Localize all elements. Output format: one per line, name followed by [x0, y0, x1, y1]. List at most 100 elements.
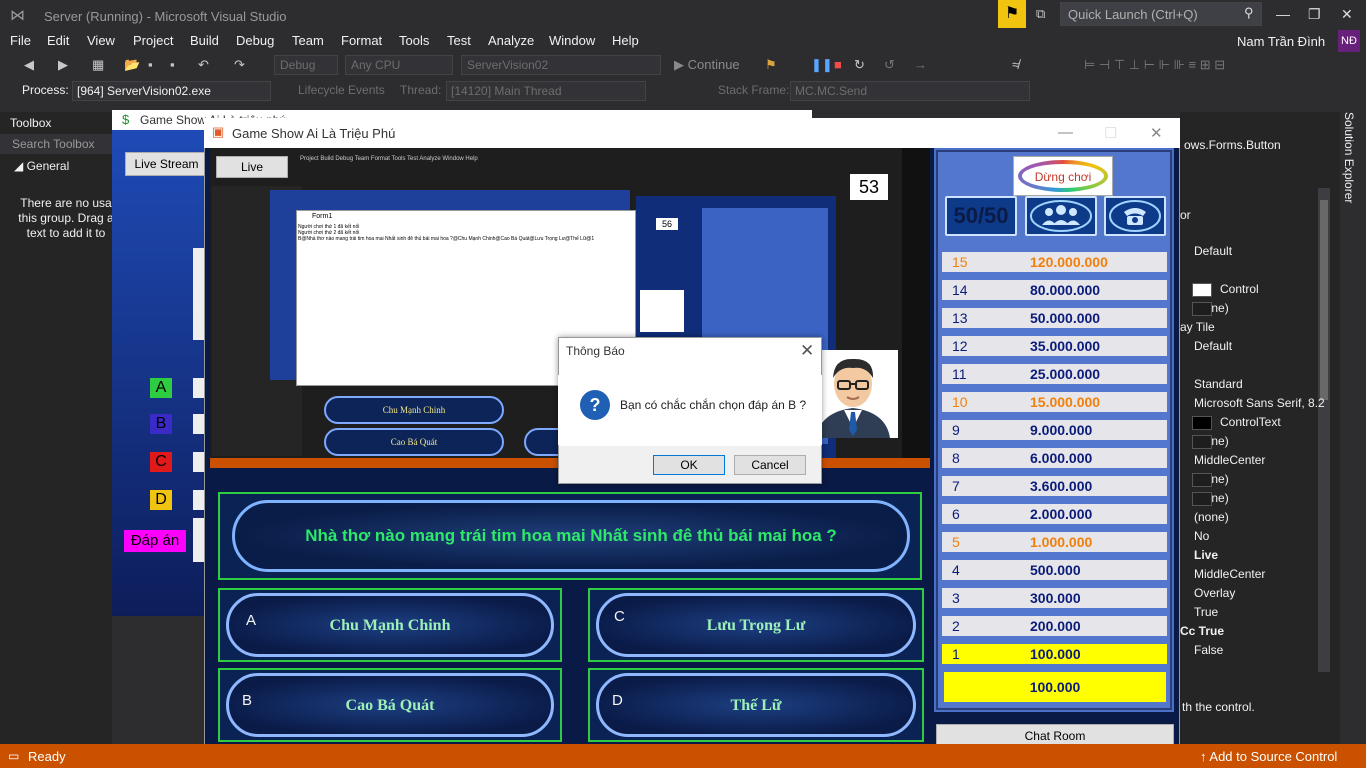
prize-level: 6	[952, 506, 960, 522]
solution-explorer-label[interactable]: Solution Explorer	[1342, 112, 1356, 203]
property-value[interactable]: No	[1194, 529, 1209, 543]
menu-team[interactable]: Team	[292, 33, 324, 48]
restart-icon[interactable]: ↻	[854, 57, 865, 73]
platform-select[interactable]: Any CPU	[345, 55, 453, 75]
answer-b-textbox[interactable]	[193, 414, 204, 434]
quick-launch-input[interactable]: Quick Launch (Ctrl+Q)	[1060, 2, 1262, 26]
menu-analyze[interactable]: Analyze	[488, 33, 534, 48]
new-project-icon[interactable]: ▦	[92, 57, 104, 73]
lifecycle-events-select[interactable]: Lifecycle Events	[298, 83, 385, 97]
cancel-button[interactable]: Cancel	[734, 455, 806, 475]
undo-icon[interactable]: ↶	[198, 57, 209, 73]
properties-object-select[interactable]: ows.Forms.Button	[1184, 138, 1281, 152]
property-value[interactable]: MiddleCenter	[1194, 453, 1265, 467]
answer-c-textbox[interactable]	[193, 452, 204, 472]
correct-answer-textbox[interactable]	[193, 518, 204, 562]
pause-icon[interactable]: ❚❚	[811, 57, 833, 73]
menu-file[interactable]: File	[10, 33, 31, 48]
feedback-icon[interactable]: ⧉	[1036, 6, 1045, 22]
process-icon[interactable]: ⚑	[765, 57, 777, 73]
menu-format[interactable]: Format	[341, 33, 382, 48]
live-stream-button[interactable]: Live Stream	[125, 152, 208, 176]
property-value[interactable]: Default	[1194, 339, 1232, 353]
notification-flag-icon[interactable]: ⚑	[998, 0, 1026, 28]
property-value[interactable]: ControlText	[1220, 415, 1281, 429]
property-value[interactable]: ay Tile	[1180, 320, 1215, 334]
open-icon[interactable]: 📂	[124, 57, 140, 73]
property-value[interactable]: Default	[1194, 244, 1232, 258]
close-icon[interactable]: ✕	[1341, 6, 1353, 23]
property-value[interactable]: MiddleCenter	[1194, 567, 1265, 581]
property-value[interactable]: Microsoft Sans Serif, 8.2	[1194, 396, 1325, 410]
add-to-source-control[interactable]: ↑ Add to Source Control	[1200, 749, 1337, 764]
answer-a-text[interactable]: Chu Mạnh Chinh	[226, 617, 554, 635]
toolbox-search-input[interactable]: Search Toolbox	[0, 134, 112, 154]
stack-frame-label: Stack Frame:	[718, 83, 790, 97]
back-icon[interactable]: ◀	[24, 57, 34, 73]
menu-debug[interactable]: Debug	[236, 33, 274, 48]
properties-scroll-thumb[interactable]	[1320, 200, 1328, 400]
toolbox-group-general[interactable]: ◢ General	[14, 159, 69, 173]
property-value[interactable]: Cc True	[1180, 624, 1224, 638]
stop-game-label[interactable]: Dừng chơi	[1018, 170, 1108, 184]
answer-c-text[interactable]: Lưu Trọng Lư	[596, 617, 916, 635]
continue-button[interactable]: ▶ Continue	[674, 57, 740, 73]
property-value[interactable]: (none)	[1194, 510, 1229, 524]
save-all-icon[interactable]: ▪	[170, 57, 175, 72]
lifeline-5050-label[interactable]: 50/50	[946, 203, 1016, 229]
stop-icon[interactable]: ■	[834, 57, 842, 72]
redo-icon[interactable]: ↷	[234, 57, 245, 73]
process-select[interactable]: [964] ServerVision02.exe	[72, 81, 271, 101]
menu-test[interactable]: Test	[447, 33, 471, 48]
menu-edit[interactable]: Edit	[47, 33, 69, 48]
forward-icon[interactable]: ▶	[58, 57, 68, 73]
dialog-title: Thông Báo	[566, 344, 625, 358]
menu-view[interactable]: View	[87, 33, 115, 48]
property-value[interactable]: True	[1194, 605, 1218, 619]
startup-project-select[interactable]: ServerVision02	[461, 55, 661, 75]
lifeline-audience-button[interactable]	[1025, 196, 1097, 236]
configuration-select[interactable]: Debug	[274, 55, 338, 75]
question-textbox[interactable]	[193, 248, 204, 340]
minimize-icon[interactable]: —	[1276, 6, 1290, 22]
solution-explorer-tab[interactable]	[1340, 112, 1366, 744]
ok-button[interactable]: OK	[653, 455, 725, 475]
show-next-statement-icon[interactable]: ↺	[884, 57, 895, 73]
property-value[interactable]: False	[1194, 643, 1223, 657]
answer-b-text[interactable]: Cao Bá Quát	[226, 697, 554, 715]
menu-build[interactable]: Build	[190, 33, 219, 48]
restore-icon[interactable]: ❐	[1308, 6, 1321, 23]
property-value[interactable]: Live	[1194, 548, 1218, 562]
minimize-icon[interactable]: —	[1058, 124, 1073, 141]
game-window-title: Game Show Ai Là Triệu Phú	[232, 126, 396, 141]
lifeline-phone-button[interactable]	[1104, 196, 1166, 236]
user-name[interactable]: Nam Trần Đình	[1237, 34, 1325, 49]
align-icon[interactable]: ⊨ ⊣ ⊤ ⊥ ⊢ ⊩ ⊪ ≡ ⊞ ⊟	[1084, 57, 1225, 73]
menu-project[interactable]: Project	[133, 33, 173, 48]
avatar[interactable]: NĐ	[1338, 30, 1360, 52]
close-icon[interactable]: ✕	[800, 341, 814, 361]
correct-answer-label: Đáp án	[124, 530, 186, 552]
property-value[interactable]: Standard	[1194, 377, 1243, 391]
status-text: Ready	[28, 749, 66, 764]
menu-tools[interactable]: Tools	[399, 33, 429, 48]
maximize-icon[interactable]: ☐	[1104, 124, 1117, 142]
step-into-icon[interactable]: →	[914, 57, 927, 72]
answer-d-textbox[interactable]	[193, 490, 204, 510]
mirror-form1-title: Form1	[312, 213, 333, 220]
hex-icon[interactable]: ≉	[1012, 57, 1019, 72]
property-value[interactable]: Control	[1220, 282, 1259, 296]
answer-d-text[interactable]: Thế Lữ	[596, 697, 916, 715]
property-value[interactable]: Overlay	[1194, 586, 1235, 600]
close-icon[interactable]: ✕	[1150, 124, 1163, 142]
stack-frame-select[interactable]: MC.MC.Send	[790, 81, 1030, 101]
menu-help[interactable]: Help	[612, 33, 639, 48]
property-value[interactable]: or	[1180, 208, 1191, 222]
save-icon[interactable]: ▪	[148, 57, 153, 72]
thread-select[interactable]: [14120] Main Thread	[446, 81, 646, 101]
mirror-host-avatar	[640, 290, 684, 332]
answer-label-a: A	[150, 378, 172, 398]
menu-window[interactable]: Window	[549, 33, 595, 48]
answer-a-textbox[interactable]	[193, 378, 204, 398]
search-icon[interactable]: ⚲	[1244, 5, 1254, 21]
